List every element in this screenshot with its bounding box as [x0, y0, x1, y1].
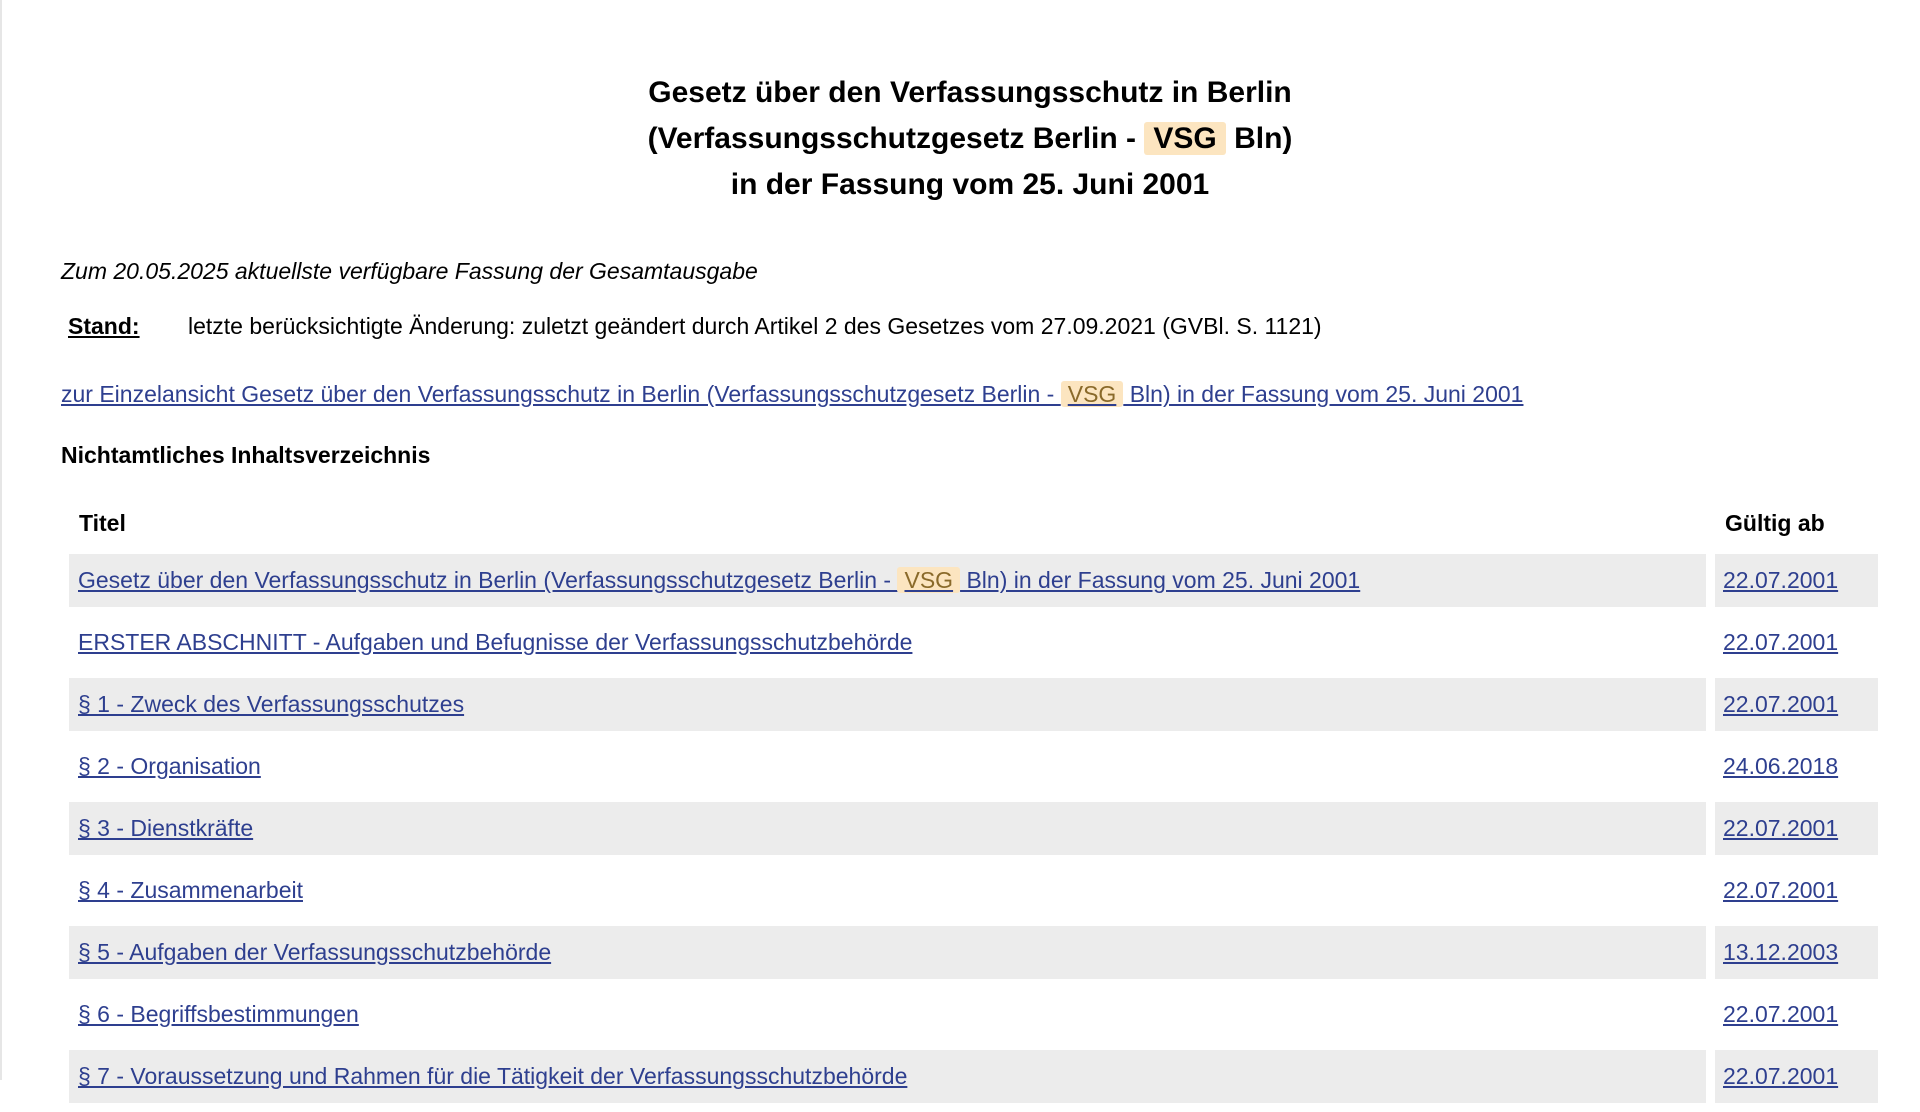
toc-link[interactable]: § 5 - Aufgaben der Verfassungsschutzbehö… — [78, 939, 551, 966]
page: Gesetz über den Verfassungsschutz in Ber… — [0, 0, 1920, 1103]
valid-from-link[interactable]: 22.07.2001 — [1723, 1001, 1838, 1028]
toc-link[interactable]: § 1 - Zweck des Verfassungsschutzes — [78, 691, 464, 718]
date-cell: 13.12.2003 — [1715, 926, 1878, 979]
toc-link[interactable]: § 4 - Zusammenarbeit — [78, 877, 303, 904]
toc-link[interactable]: § 3 - Dienstkräfte — [78, 815, 253, 842]
valid-from-link[interactable]: 24.06.2018 — [1723, 753, 1838, 780]
valid-from-link[interactable]: 22.07.2001 — [1723, 567, 1838, 594]
stand-row: Stand: letzte berücksichtigte Änderung: z… — [68, 313, 1322, 340]
toc-link[interactable]: ERSTER ABSCHNITT - Aufgaben und Befugnis… — [78, 629, 912, 656]
date-cell: 22.07.2001 — [1715, 864, 1878, 917]
search-highlight: VSG — [1060, 381, 1124, 407]
single-view-link[interactable]: zur Einzelansicht Gesetz über den Verfas… — [61, 381, 1523, 408]
title-line-2-suffix: Bln) — [1225, 122, 1293, 155]
toc-link[interactable]: Gesetz über den Verfassungsschutz in Ber… — [78, 567, 1360, 594]
table-row: Gesetz über den Verfassungsschutz in Ber… — [69, 554, 1878, 607]
search-highlight: VSG — [897, 567, 961, 593]
date-cell: 22.07.2001 — [1715, 988, 1878, 1041]
table-row: § 2 - Organisation 24.06.2018 — [69, 740, 1878, 793]
single-view-link-prefix: zur Einzelansicht Gesetz über den Verfas… — [61, 381, 1061, 407]
title-cell: § 4 - Zusammenarbeit — [69, 864, 1706, 917]
valid-from-link[interactable]: 22.07.2001 — [1723, 691, 1838, 718]
document-title: Gesetz über den Verfassungsschutz in Ber… — [0, 70, 1920, 208]
column-header-title: Titel — [79, 510, 126, 536]
toc-link-prefix: Gesetz über den Verfassungsschutz in Ber… — [78, 567, 898, 593]
valid-from-link[interactable]: 22.07.2001 — [1723, 815, 1838, 842]
title-cell: Gesetz über den Verfassungsschutz in Ber… — [69, 554, 1706, 607]
table-row: § 4 - Zusammenarbeit 22.07.2001 — [69, 864, 1878, 917]
toc-heading: Nichtamtliches Inhaltsverzeichnis — [61, 442, 431, 468]
title-cell: § 3 - Dienstkräfte — [69, 802, 1706, 855]
toc-link[interactable]: § 6 - Begriffsbestimmungen — [78, 1001, 359, 1028]
valid-from-link[interactable]: 22.07.2001 — [1723, 629, 1838, 656]
title-cell: § 6 - Begriffsbestimmungen — [69, 988, 1706, 1041]
title-cell: ERSTER ABSCHNITT - Aufgaben und Befugnis… — [69, 616, 1706, 669]
table-row: § 7 - Voraussetzung und Rahmen für die T… — [69, 1050, 1878, 1103]
version-note: Zum 20.05.2025 aktuellste verfügbare Fas… — [61, 258, 758, 284]
table-row: ERSTER ABSCHNITT - Aufgaben und Befugnis… — [69, 616, 1878, 669]
valid-from-link[interactable]: 22.07.2001 — [1723, 1063, 1838, 1090]
toc-link[interactable]: § 2 - Organisation — [78, 753, 261, 780]
toc-header-row: Titel Gültig ab — [69, 492, 1878, 554]
date-cell: 24.06.2018 — [1715, 740, 1878, 793]
valid-from-link[interactable]: 13.12.2003 — [1723, 939, 1838, 966]
date-cell: 22.07.2001 — [1715, 1050, 1878, 1103]
stand-label: Stand: — [68, 313, 140, 339]
title-line-1: Gesetz über den Verfassungsschutz in Ber… — [648, 76, 1292, 109]
date-cell: 22.07.2001 — [1715, 616, 1878, 669]
search-highlight: VSG — [1144, 122, 1226, 155]
toc-table: Titel Gültig ab Gesetz über den Verfassu… — [69, 492, 1878, 1112]
toc-link-suffix: Bln) in der Fassung vom 25. Juni 2001 — [960, 567, 1361, 593]
title-line-2-prefix: (Verfassungsschutzgesetz Berlin - — [647, 122, 1145, 155]
title-line-3: in der Fassung vom 25. Juni 2001 — [730, 168, 1210, 201]
table-row: § 1 - Zweck des Verfassungsschutzes 22.0… — [69, 678, 1878, 731]
column-header-valid-from: Gültig ab — [1725, 510, 1825, 536]
date-cell: 22.07.2001 — [1715, 678, 1878, 731]
title-cell: § 1 - Zweck des Verfassungsschutzes — [69, 678, 1706, 731]
title-cell: § 5 - Aufgaben der Verfassungsschutzbehö… — [69, 926, 1706, 979]
date-cell: 22.07.2001 — [1715, 554, 1878, 607]
table-row: § 6 - Begriffsbestimmungen 22.07.2001 — [69, 988, 1878, 1041]
single-view-link-suffix: Bln) in der Fassung vom 25. Juni 2001 — [1123, 381, 1524, 407]
toc-link[interactable]: § 7 - Voraussetzung und Rahmen für die T… — [78, 1063, 907, 1090]
date-cell: 22.07.2001 — [1715, 802, 1878, 855]
table-row: § 3 - Dienstkräfte 22.07.2001 — [69, 802, 1878, 855]
title-line-2: (Verfassungsschutzgesetz Berlin - VSG Bl… — [0, 116, 1920, 162]
title-cell: § 7 - Voraussetzung und Rahmen für die T… — [69, 1050, 1706, 1103]
table-row: § 5 - Aufgaben der Verfassungsschutzbehö… — [69, 926, 1878, 979]
stand-text: letzte berücksichtigte Änderung: zuletzt… — [188, 313, 1322, 339]
valid-from-link[interactable]: 22.07.2001 — [1723, 877, 1838, 904]
title-cell: § 2 - Organisation — [69, 740, 1706, 793]
